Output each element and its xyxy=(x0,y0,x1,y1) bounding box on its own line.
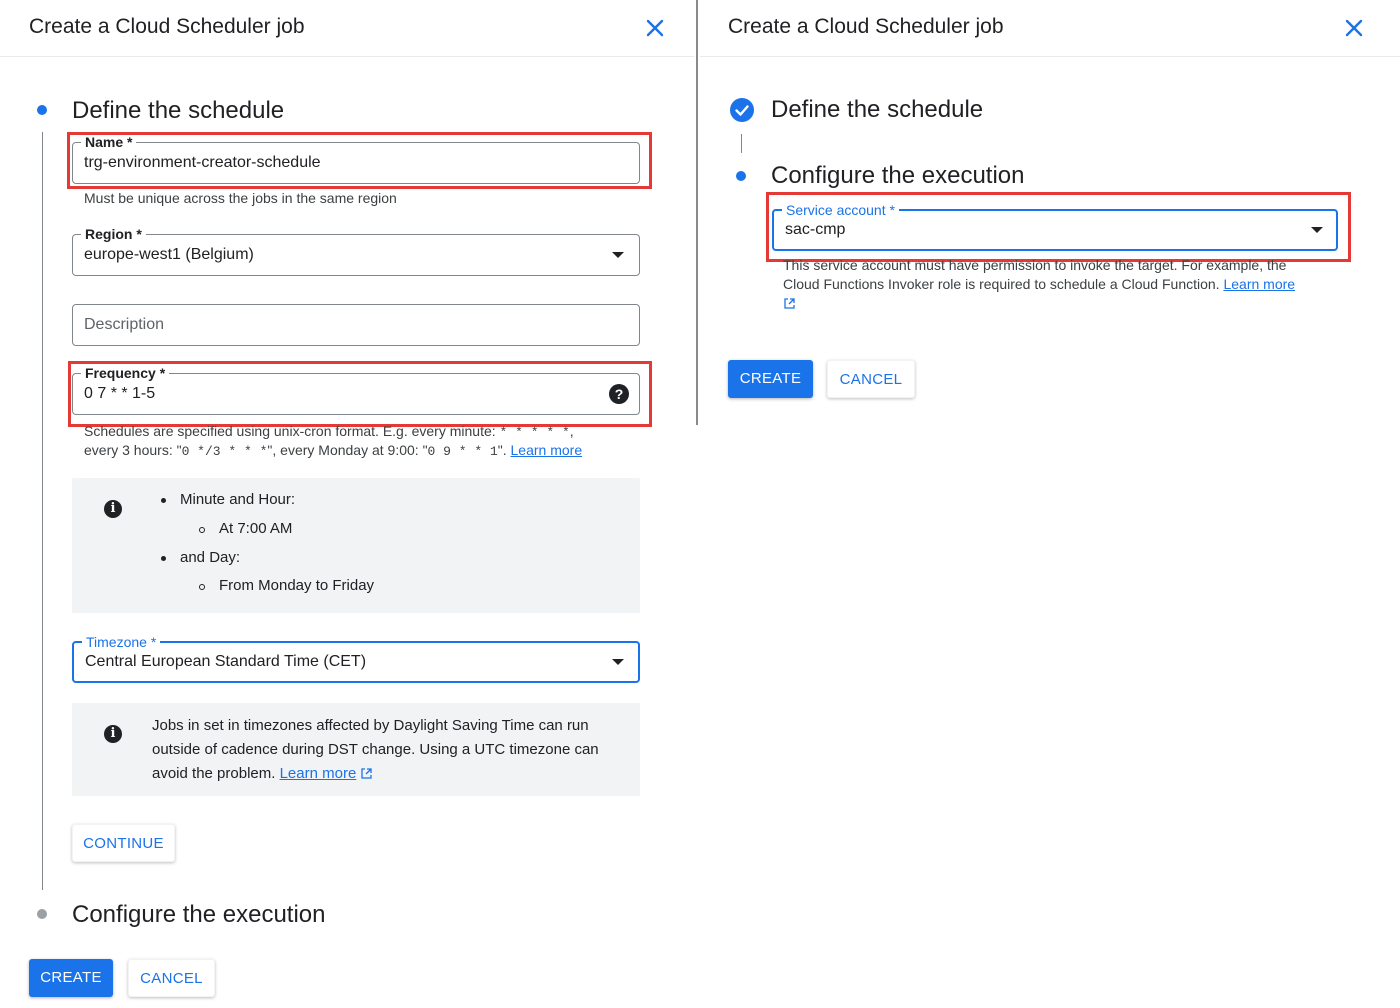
dropdown-arrow-icon xyxy=(612,659,624,665)
step-connector-line xyxy=(741,134,742,153)
step-indicator-active xyxy=(736,171,746,181)
continue-button[interactable]: CONTINUE xyxy=(72,824,175,862)
service-account-hint-line2: Cloud Functions Invoker role is required… xyxy=(783,275,1295,294)
hint-text: every 3 hours: " xyxy=(84,442,182,458)
create-button[interactable]: CREATE xyxy=(728,360,813,398)
info-icon: i xyxy=(104,725,122,743)
hint-text: ", every Monday at 9:00: " xyxy=(267,442,428,458)
list-bullet xyxy=(161,498,166,503)
region-select-value: europe-west1 (Belgium) xyxy=(84,246,254,263)
step-title-configure-execution: Configure the execution xyxy=(72,901,326,928)
close-button[interactable] xyxy=(1340,14,1368,42)
description-placeholder: Description xyxy=(84,316,165,333)
cron-info-item-label: and Day: xyxy=(180,549,241,566)
step-title-configure-execution: Configure the execution xyxy=(771,162,1025,189)
learn-more-link[interactable]: Learn more xyxy=(511,442,583,458)
cancel-button[interactable]: CANCEL xyxy=(128,959,215,997)
timezone-select[interactable]: Timezone * Central European Standard Tim… xyxy=(72,633,640,683)
panel-header: Create a Cloud Scheduler job xyxy=(0,0,694,57)
left-panel: Create a Cloud Scheduler job Define the … xyxy=(0,0,694,1008)
external-link-icon[interactable] xyxy=(783,297,796,310)
highlight-box-service-account xyxy=(766,192,1351,262)
cancel-button[interactable]: CANCEL xyxy=(827,360,915,398)
hint-text: ". xyxy=(497,442,511,458)
close-button[interactable] xyxy=(641,14,669,42)
cron-info-box: i Minute and Hour: At 7:00 AM and Day: F… xyxy=(72,478,640,613)
step-title-define-schedule: Define the schedule xyxy=(771,96,984,123)
external-link-icon xyxy=(361,768,373,779)
dst-info-line: outside of cadence during DST change. Us… xyxy=(152,741,599,758)
dst-info-line: Jobs in set in timezones affected by Day… xyxy=(152,717,589,734)
sublist-bullet xyxy=(199,584,205,590)
learn-more-link[interactable]: Learn more xyxy=(1223,276,1295,292)
hint-text: , xyxy=(569,423,574,439)
close-icon xyxy=(1345,19,1363,37)
dst-info-line: avoid the problem. Learn more xyxy=(152,765,373,782)
right-panel: Create a Cloud Scheduler job Define the … xyxy=(700,0,1400,1008)
timezone-field-label: Timezone * xyxy=(82,633,161,651)
hint-code: 0 9 * * 1 xyxy=(427,444,498,459)
description-field[interactable]: Description xyxy=(72,304,640,346)
hint-code: * * * * * xyxy=(499,425,570,440)
create-button[interactable]: CREATE xyxy=(29,959,113,997)
hint-text: Cloud Functions Invoker role is required… xyxy=(783,276,1224,292)
timezone-select-value: Central European Standard Time (CET) xyxy=(85,653,367,670)
check-circle-icon xyxy=(730,98,754,122)
hint-text: Schedules are specified using unix-cron … xyxy=(84,423,500,439)
close-icon xyxy=(646,19,664,37)
highlight-box-frequency xyxy=(68,361,652,427)
panel-title: Create a Cloud Scheduler job xyxy=(29,15,305,38)
info-icon: i xyxy=(104,500,122,518)
step-indicator-active xyxy=(37,105,47,115)
frequency-hint-line1: Schedules are specified using unix-cron … xyxy=(84,422,574,442)
name-field-hint: Must be unique across the jobs in the sa… xyxy=(84,190,397,206)
cron-info-item-sub: At 7:00 AM xyxy=(219,520,293,537)
hint-code: 0 */3 * * * xyxy=(181,444,268,459)
step-connector-line xyxy=(42,132,43,890)
highlight-box-name xyxy=(67,132,652,189)
list-bullet xyxy=(161,556,166,561)
region-select[interactable]: Region * europe-west1 (Belgium) xyxy=(72,225,640,276)
service-account-hint-line1: This service account must have permissio… xyxy=(783,257,1287,273)
learn-more-link[interactable]: Learn more xyxy=(280,765,357,782)
scrollbar-thumb[interactable] xyxy=(696,0,698,425)
region-field-label: Region * xyxy=(81,225,146,243)
step-title-define-schedule: Define the schedule xyxy=(72,97,285,124)
step-indicator-inactive xyxy=(37,909,47,919)
dropdown-arrow-icon xyxy=(612,252,624,258)
dst-info-box: i Jobs in set in timezones affected by D… xyxy=(72,703,640,796)
panel-header: Create a Cloud Scheduler job xyxy=(700,0,1400,57)
cron-info-item-label: Minute and Hour: xyxy=(180,491,296,508)
sublist-bullet xyxy=(199,527,205,533)
frequency-hint-line2: every 3 hours: "0 */3 * * *", every Mond… xyxy=(84,441,582,461)
cron-info-item-sub: From Monday to Friday xyxy=(219,577,375,594)
dst-info-text: avoid the problem. xyxy=(152,765,280,782)
panel-title: Create a Cloud Scheduler job xyxy=(728,15,1004,38)
